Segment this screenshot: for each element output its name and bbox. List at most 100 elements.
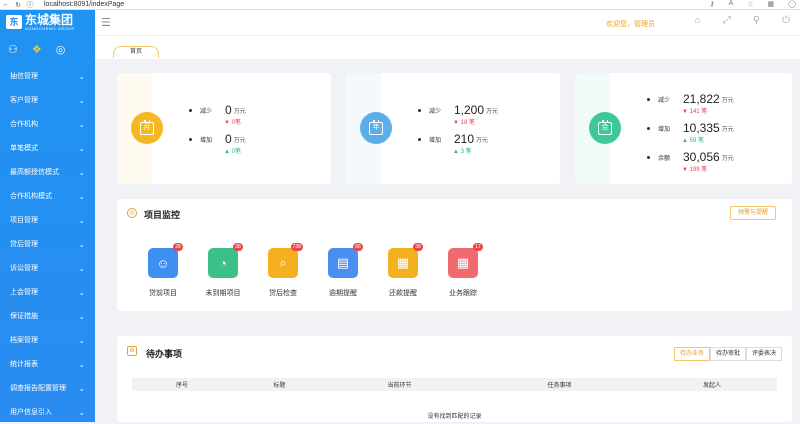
sidebar-item[interactable]: 用户信息引入 ⌄ (0, 400, 95, 424)
bullet (647, 126, 650, 130)
stat-row: 减少 21,822 万元 (647, 92, 734, 106)
column-header[interactable]: 序号 (132, 380, 232, 389)
monitor-module[interactable]: ☺ 28 贷前项目 (141, 243, 185, 298)
arrow-up-icon: ▲ (682, 138, 688, 144)
user-settings-icon[interactable]: ⚲ (753, 15, 760, 26)
stat-row: 减少 1,200 万元 (418, 103, 498, 117)
stat-label: 增加 (658, 126, 671, 133)
todo-tabs: 待办业务 待办审批 评委表决 (673, 347, 782, 361)
power-icon[interactable]: ⏻ (782, 15, 790, 26)
empty-message: 没有找到匹配的记录 (427, 414, 482, 420)
stat-card: 合减少 21,822 万元 ▼ 141 笔增加 10,335 万元 ▲ 59 笔余额 30,0… (575, 73, 792, 184)
sidebar-item[interactable]: 档案管理 ⌄ (0, 328, 95, 352)
doc-stack-icon: ▤ 66 (328, 243, 363, 278)
sidebar-item[interactable]: 上会管理 ⌄ (0, 280, 95, 304)
sidebar-item-label: 贷后管理 (10, 241, 38, 248)
stat-delta: ▼ 141 笔 (682, 109, 708, 115)
collections-icon[interactable]: ▦ (768, 0, 775, 8)
stat-value: 0 (225, 132, 232, 146)
read-aloud-icon[interactable]: A (729, 0, 734, 8)
settings-icon[interactable]: ◎ (56, 43, 66, 56)
stat-value: 21,822 (683, 92, 720, 106)
sidebar-item-label: 档案管理 (10, 337, 38, 344)
stat-card: 年减少 1,200 万元 ▼ 18 笔增加 210 万元 ▲ 3 笔 (346, 73, 560, 184)
arrow-up-icon: ▲ (453, 149, 459, 155)
tab-committee-vote[interactable]: 评委表决 (745, 347, 782, 361)
column-header[interactable]: 标题 (232, 380, 327, 389)
org-chart-icon[interactable]: ⚇ (8, 43, 18, 56)
monitor-module[interactable]: ◔ 38 未到期项目 (201, 243, 245, 298)
column-header[interactable]: 当前环节 (327, 380, 472, 389)
chevron-down-icon: ⌄ (78, 167, 85, 177)
bullet (189, 108, 192, 112)
address-bar[interactable]: localhost:8091/indexPage (44, 1, 124, 8)
tab-pending-business[interactable]: 待办业务 (673, 347, 710, 361)
sidebar-item[interactable]: 合作机构模式 ⌄ (0, 184, 95, 208)
arrow-up-icon: ▲ (224, 149, 230, 155)
sidebar-item-label: 保证措施 (10, 313, 38, 320)
chevron-down-icon: ⌄ (78, 119, 85, 129)
favorite-icon[interactable]: ☆ (747, 0, 753, 8)
info-icon[interactable]: ⓘ (24, 0, 36, 10)
chevron-down-icon: ⌄ (78, 191, 85, 201)
project-monitor-panel: ◎ 项目监控 预警与提醒 ☺ 28 贷前项目 ◔ 38 未到期项目 ⌕ 738 贷后检查 ▤ 66 逾… (117, 199, 792, 311)
column-header[interactable]: 任务事项 (472, 380, 647, 389)
sidebar-item[interactable]: 保证措施 ⌄ (0, 304, 95, 328)
sidebar-item[interactable]: 客户管理 ⌄ (0, 88, 95, 112)
logo-subtitle: DONGCHENG GROUP (25, 25, 75, 31)
bullet (189, 137, 192, 141)
layers-icon[interactable]: ❖ (32, 43, 42, 56)
tab-pending-approval[interactable]: 待办审批 (709, 347, 746, 361)
back-icon[interactable]: ← (0, 1, 12, 8)
monitor-module[interactable]: ⌕ 738 贷后检查 (261, 243, 305, 298)
monitor-module[interactable]: ▦ 38 还款提醒 (381, 243, 425, 298)
sidebar-item[interactable]: 单笔模式 ⌄ (0, 136, 95, 160)
stat-unit: 万元 (476, 137, 489, 144)
sidebar-item[interactable]: 抽信管理 ⌄ (0, 64, 95, 88)
user-icon: ☺ 28 (148, 243, 183, 278)
calendar-icon: ▦ 17 (448, 243, 483, 278)
stat-value: 1,200 (454, 103, 485, 117)
sidebar-item[interactable]: 项目管理 ⌄ (0, 208, 95, 232)
arrow-down-icon: ▼ (224, 120, 230, 126)
sidebar-item-label: 项目管理 (10, 217, 38, 224)
sidebar-item-label: 合作机构模式 (10, 193, 52, 200)
reload-icon[interactable]: ↻ (12, 1, 24, 9)
todo-panel: ♻ 待办事项 待办业务 待办审批 评委表决 序号 标题 当前环节 任务事项 发起… (117, 336, 792, 422)
tab-home[interactable]: 首页 (113, 46, 159, 58)
sidebar-item-label: 调查报告配置管理 (10, 385, 66, 392)
sidebar-item[interactable]: 调查报告配置管理 ⌄ (0, 376, 95, 400)
chevron-down-icon: ⌄ (78, 143, 85, 153)
sidebar-item[interactable]: 合作机构 ⌄ (0, 112, 95, 136)
count-badge: 66 (353, 243, 363, 251)
key-icon[interactable]: ⚷ (709, 0, 714, 8)
chevron-down-icon: ⌄ (78, 311, 85, 321)
top-icons: ⌂ ⤢ ⚲ ⏻ (695, 15, 790, 26)
fullscreen-icon[interactable]: ⤢ (723, 15, 731, 26)
monitor-module[interactable]: ▤ 66 逾期提醒 (321, 243, 365, 298)
count-badge: 17 (473, 243, 483, 251)
menu-toggle-icon[interactable]: ☰ (101, 16, 111, 29)
sidebar-item[interactable]: 统计报表 ⌄ (0, 352, 95, 376)
stat-unit: 万元 (721, 126, 734, 133)
sidebar-item[interactable]: 贷后管理 ⌄ (0, 232, 95, 256)
profile-icon[interactable]: ◯ (788, 0, 796, 8)
stat-label: 余额 (658, 155, 671, 162)
stat-unit: 万元 (721, 97, 734, 104)
stat-unit: 万元 (233, 108, 246, 115)
sidebar-item[interactable]: 诉讼管理 ⌄ (0, 256, 95, 280)
warn-button[interactable]: 预警与提醒 (730, 206, 776, 220)
stat-label: 减少 (658, 97, 671, 104)
sidebar-item[interactable]: 最高额授信模式 ⌄ (0, 160, 95, 184)
home-icon[interactable]: ⌂ (695, 15, 701, 26)
monitor-module[interactable]: ▦ 17 业务跟踪 (441, 243, 485, 298)
column-header[interactable]: 发起人 (647, 380, 777, 389)
arrow-down-icon: ▼ (682, 167, 688, 173)
calendar-icon: 年 (360, 112, 392, 144)
calendar-icon: 月 (131, 112, 163, 144)
calendar-icon: 合 (589, 112, 621, 144)
count-badge: 738 (290, 243, 303, 251)
stat-card: 月减少 0 万元 ▼ 0笔 增加 0 万元 ▲ 0笔 (117, 73, 331, 184)
welcome-text: 欢迎您，管理员 (606, 21, 655, 28)
sidebar-item-label: 单笔模式 (10, 145, 38, 152)
